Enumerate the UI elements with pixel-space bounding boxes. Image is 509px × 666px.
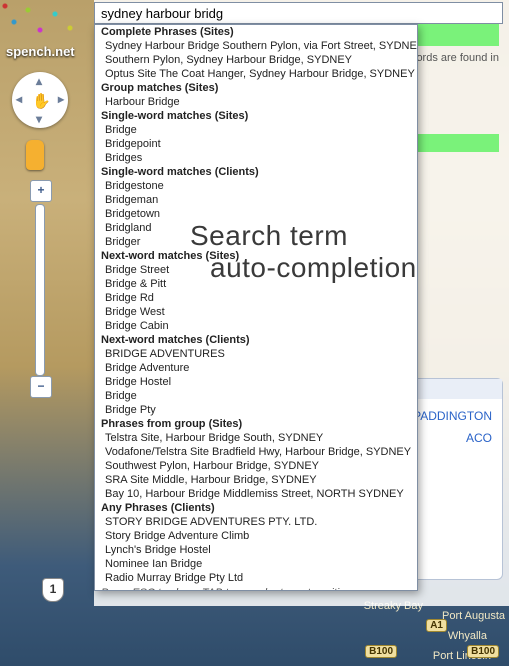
ac-item[interactable]: Bridge Hostel: [95, 375, 417, 389]
zoom-in-button[interactable]: +: [30, 180, 52, 202]
autocomplete-dropdown: Complete Phrases (Sites)Sydney Harbour B…: [94, 24, 418, 591]
pan-up-icon[interactable]: ▴: [36, 74, 42, 88]
ac-item[interactable]: BRIDGE ADVENTURES: [95, 347, 417, 361]
result-cell[interactable]: PADDINGTON: [413, 409, 492, 423]
pan-control[interactable]: ▴ ▾ ◂ ▸ ✋: [12, 72, 68, 128]
ac-group-header: Complete Phrases (Sites): [95, 25, 417, 39]
pan-left-icon[interactable]: ◂: [16, 92, 22, 106]
road-label: A1: [426, 619, 447, 632]
ac-item[interactable]: Bridge Pty: [95, 403, 417, 417]
ac-item[interactable]: STORY BRIDGE ADVENTURES PTY. LTD.: [95, 515, 417, 529]
ac-item[interactable]: Harbour Bridge: [95, 95, 417, 109]
ac-item[interactable]: Telstra Site, Harbour Bridge South, SYDN…: [95, 431, 417, 445]
ac-item[interactable]: Lynch's Bridge Hostel: [95, 543, 417, 557]
zoom-control: + −: [30, 180, 50, 400]
road-label: B100: [467, 645, 499, 658]
ac-item[interactable]: Bridge: [95, 123, 417, 137]
ac-item[interactable]: Southern Pylon, Sydney Harbour Bridge, S…: [95, 53, 417, 67]
road-label: B100: [365, 645, 397, 658]
pan-right-icon[interactable]: ▸: [58, 92, 64, 106]
hand-icon[interactable]: ✋: [32, 92, 51, 110]
overlay-caption: Search term auto-completion: [190, 220, 417, 284]
ac-item[interactable]: Bridge: [95, 389, 417, 403]
ac-item[interactable]: Bridge Cabin: [95, 319, 417, 333]
pan-down-icon[interactable]: ▾: [36, 112, 42, 126]
ac-item[interactable]: Bridge West: [95, 305, 417, 319]
ac-item[interactable]: SRA Site Middle, Harbour Bridge, SYDNEY: [95, 473, 417, 487]
ac-item[interactable]: Bridge Rd: [95, 291, 417, 305]
route-shield: 1: [42, 578, 64, 602]
search-input[interactable]: [94, 2, 503, 24]
zoom-out-button[interactable]: −: [30, 376, 52, 398]
ac-item[interactable]: Sydney Harbour Bridge Southern Pylon, vi…: [95, 39, 417, 53]
ac-item[interactable]: Bridgeman: [95, 193, 417, 207]
result-cell[interactable]: ACO: [466, 431, 492, 445]
caption-line: auto-completion: [210, 252, 417, 284]
ac-group-header: Phrases from group (Sites): [95, 417, 417, 431]
ac-item[interactable]: Bridges: [95, 151, 417, 165]
ac-item[interactable]: Vodafone/Telstra Site Bradfield Hwy, Har…: [95, 445, 417, 459]
map-place-label: Whyalla: [448, 630, 487, 642]
ac-group-header: Single-word matches (Sites): [95, 109, 417, 123]
ac-group-header: Any Phrases (Clients): [95, 501, 417, 515]
ac-item[interactable]: Story Bridge Adventure Climb: [95, 529, 417, 543]
ac-group-header: Group matches (Sites): [95, 81, 417, 95]
ac-group-header: Next-word matches (Clients): [95, 333, 417, 347]
ac-item[interactable]: Bridgetown: [95, 207, 417, 221]
pegman-icon[interactable]: [26, 140, 44, 170]
ac-item[interactable]: Bridgestone: [95, 179, 417, 193]
caption-line: Search term: [190, 220, 417, 252]
ac-item[interactable]: Optus Site The Coat Hanger, Sydney Harbo…: [95, 67, 417, 81]
ac-item[interactable]: Bridge Adventure: [95, 361, 417, 375]
ac-group-header: Single-word matches (Clients): [95, 165, 417, 179]
map-place-label: Port Augusta: [442, 610, 505, 622]
ac-item[interactable]: Southwest Pylon, Harbour Bridge, SYDNEY: [95, 459, 417, 473]
ac-item[interactable]: Radio Murray Bridge Pty Ltd: [95, 571, 417, 585]
site-logo: spench.net: [6, 44, 75, 59]
ac-hint: Press ESC to close, TAB to search at car…: [95, 585, 417, 591]
search-wrapper: [94, 2, 503, 24]
ac-item[interactable]: Bay 10, Harbour Bridge Middlemiss Street…: [95, 487, 417, 501]
zoom-slider[interactable]: [35, 204, 45, 376]
ac-item[interactable]: Nominee Ian Bridge: [95, 557, 417, 571]
ac-item[interactable]: Bridgepoint: [95, 137, 417, 151]
